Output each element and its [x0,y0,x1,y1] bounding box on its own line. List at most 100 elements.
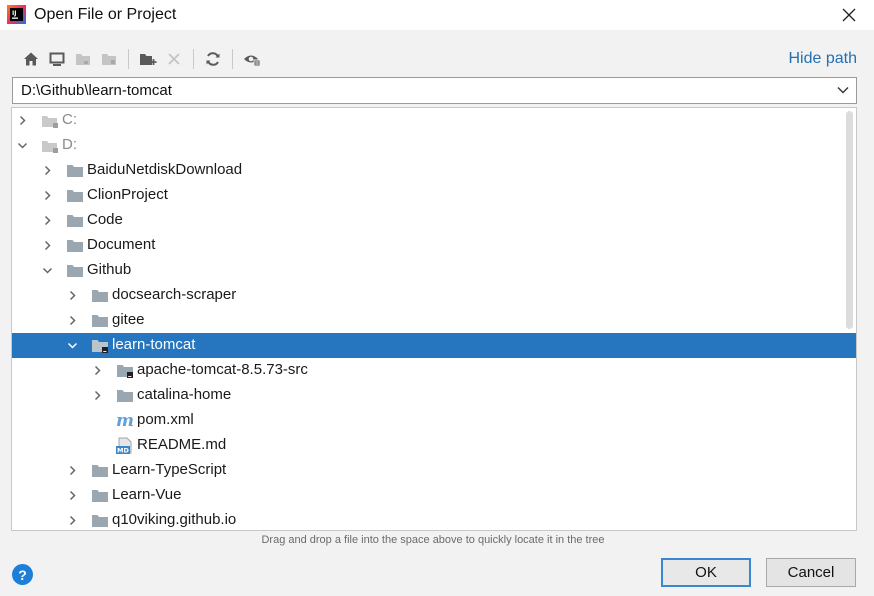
chevron-right-icon[interactable] [66,289,79,302]
tree-row[interactable]: Code [12,208,856,233]
home-icon [24,52,38,66]
chevron-right-icon[interactable] [16,114,29,127]
tree-item-label: C: [62,111,77,128]
refresh-button[interactable] [200,47,226,71]
tree-item-label: ClionProject [87,186,168,203]
tree-row[interactable]: catalina-home [12,383,856,408]
tree-row[interactable]: docsearch-scraper [12,283,856,308]
tree-row[interactable]: m pom.xml [12,408,856,433]
delete-button[interactable] [161,47,187,71]
tree-row[interactable]: BaiduNetdiskDownload [12,158,856,183]
project-directory-button[interactable] [70,47,96,71]
tree-item-label: learn-tomcat [112,336,196,353]
hide-path-link[interactable]: Hide path [789,50,858,68]
chevron-right-icon[interactable] [41,239,54,252]
module-directory-button[interactable] [96,47,122,71]
folder-icon [67,215,83,227]
help-button[interactable]: ? [12,564,33,585]
tree-row[interactable]: q10viking.github.io [12,508,856,530]
chevron-right-icon[interactable] [66,489,79,502]
folder-icon [67,190,83,202]
tree-item-label: Code [87,211,123,228]
chevron-right-icon[interactable] [66,314,79,327]
tree-row[interactable]: Github [12,258,856,283]
tree-row[interactable]: MD README.md [12,433,856,458]
maven-file-icon: m [116,412,134,429]
project-folder-icon [92,340,108,353]
chevron-down-icon[interactable] [41,264,54,277]
chevron-right-icon[interactable] [91,389,104,402]
tree-item-label: q10viking.github.io [112,511,237,528]
tree-row[interactable]: Learn-Vue [12,483,856,508]
tree-row[interactable]: Learn-TypeScript [12,458,856,483]
tree-row[interactable]: ClionProject [12,183,856,208]
chevron-right-icon[interactable] [66,464,79,477]
delete-icon [168,53,180,65]
tree-item-label: Learn-Vue [112,486,182,503]
scrollbar[interactable] [846,111,853,329]
desktop-button[interactable] [44,47,70,71]
close-icon [842,8,856,22]
new-folder-button[interactable] [135,47,161,71]
folder-icon [92,515,108,527]
folder-icon [117,390,133,402]
chevron-right-icon[interactable] [91,364,104,377]
tree-row[interactable]: C: [12,108,856,133]
chevron-down-icon[interactable] [836,83,850,97]
show-hidden-icon [244,55,261,67]
path-field[interactable]: D:\Github\learn-tomcat [12,77,857,104]
folder-icon [92,315,108,327]
folder-icon [67,165,83,177]
folder-icon [67,265,83,277]
tree-item-label: docsearch-scraper [112,286,237,303]
chevron-right-icon[interactable] [41,189,54,202]
tree-row[interactable]: gitee [12,308,856,333]
tree-row[interactable]: Document [12,233,856,258]
module-folder-icon [102,54,116,65]
svg-text:IJ: IJ [12,10,16,17]
tree-item-label: README.md [137,436,227,453]
chevron-down-icon[interactable] [66,339,79,352]
intellij-app-icon: IJ [7,5,26,24]
project-folder-icon [76,54,90,65]
tree-item-label: gitee [112,311,145,328]
folder-icon [92,465,108,477]
close-button[interactable] [834,2,864,28]
markdown-file-icon: MD [116,437,132,455]
new-folder-icon [140,54,157,65]
toolbar [18,47,265,71]
folder-icon [67,240,83,252]
title-bar: IJ Open File or Project [0,0,874,30]
tree-row[interactable]: D: [12,133,856,158]
folder-icon [92,290,108,302]
chevron-right-icon[interactable] [41,164,54,177]
ok-button[interactable]: OK [661,558,751,587]
tree-item-label: Github [87,261,132,278]
show-hidden-files-button[interactable] [239,47,265,71]
home-button[interactable] [18,47,44,71]
svg-text:MD: MD [117,447,129,455]
chevron-down-icon[interactable] [16,139,29,152]
cancel-button[interactable]: Cancel [766,558,856,587]
path-input-value[interactable]: D:\Github\learn-tomcat [21,82,172,99]
tree-item-label: Document [87,236,156,253]
tree-item-label: catalina-home [137,386,232,403]
tree-row[interactable]: apache-tomcat-8.5.73-src [12,358,856,383]
refresh-icon [206,52,220,66]
tree-row[interactable]: learn-tomcat [12,333,856,358]
tree-item-label: pom.xml [137,411,194,428]
svg-text:m: m [116,412,134,429]
chevron-right-icon[interactable] [66,514,79,527]
toolbar-separator [193,49,194,69]
project-folder-icon [117,365,133,378]
file-tree[interactable]: C: D: BaiduNetdiskDownload ClionProject Code… [11,107,857,531]
toolbar-separator [128,49,129,69]
toolbar-separator [232,49,233,69]
drive-icon [42,116,58,128]
tree-item-label: apache-tomcat-8.5.73-src [137,361,308,378]
folder-icon [92,490,108,502]
tree-item-label: BaiduNetdiskDownload [87,161,243,178]
chevron-right-icon[interactable] [41,214,54,227]
tree-item-label: Learn-TypeScript [112,461,227,478]
desktop-icon [49,52,65,66]
